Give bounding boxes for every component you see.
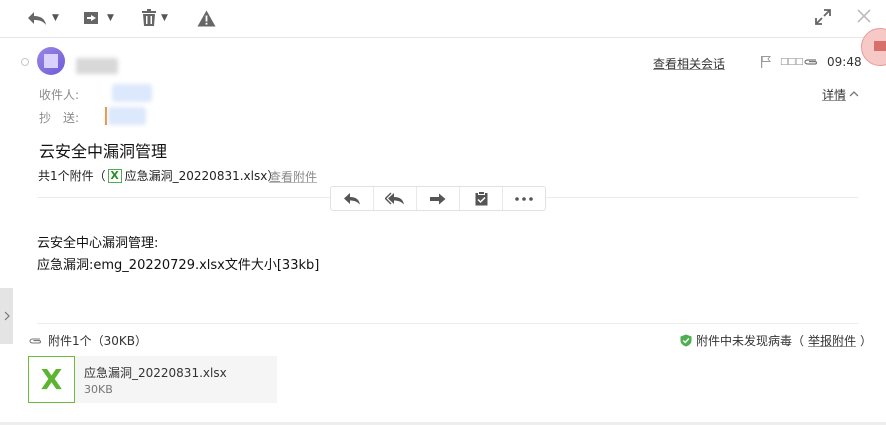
related-conversation-link[interactable]: 查看相关会话 bbox=[653, 55, 725, 72]
more-button[interactable] bbox=[503, 187, 545, 210]
attachment-count-label: 附件1个（30KB） bbox=[48, 334, 148, 348]
expand-icon bbox=[815, 9, 831, 25]
view-attachment-link[interactable]: 查看附件 bbox=[269, 168, 317, 185]
mail-action-bar bbox=[330, 186, 546, 211]
close-button[interactable] bbox=[856, 8, 876, 28]
recipient-redacted[interactable] bbox=[112, 84, 152, 102]
trash-icon bbox=[142, 9, 156, 26]
shield-check-icon bbox=[680, 334, 692, 347]
unread-dot[interactable] bbox=[21, 58, 29, 66]
delete-dropdown-button[interactable]: ▼ bbox=[141, 6, 168, 30]
mail-reader: ▼ ▼ ▼ 查看相关会话 □□□ 09:48 收件人: 抄 送: 详情 云安全中… bbox=[0, 0, 886, 425]
attachment-clip-icon bbox=[804, 59, 818, 65]
reply-button[interactable] bbox=[331, 187, 374, 210]
mail-subject: 云安全中漏洞管理 bbox=[39, 142, 168, 161]
divider bbox=[37, 323, 858, 324]
cc-marker bbox=[105, 107, 107, 125]
avatar[interactable] bbox=[37, 47, 65, 75]
report-spam-button[interactable] bbox=[197, 6, 216, 30]
attachment-file-name[interactable]: 应急漏洞_20220831.xlsx bbox=[84, 364, 227, 381]
excel-file-icon: X bbox=[28, 356, 75, 403]
chevron-up-icon[interactable] bbox=[849, 90, 859, 98]
reply-all-button[interactable] bbox=[374, 187, 417, 210]
report-attachment-link[interactable]: 举报附件 bbox=[808, 332, 856, 349]
move-dropdown-button[interactable]: ▼ bbox=[83, 6, 114, 30]
reply-dropdown-button[interactable]: ▼ bbox=[26, 6, 59, 30]
mail-body-line-1: 云安全中心漏洞管理: bbox=[37, 236, 159, 251]
reply-all-icon bbox=[385, 192, 404, 205]
attachment-file-size: 30KB bbox=[84, 383, 113, 396]
forward-icon bbox=[430, 193, 446, 204]
tag-squares-icon[interactable]: □□□ bbox=[780, 57, 803, 67]
expand-button[interactable] bbox=[814, 8, 834, 28]
excel-file-icon: X bbox=[107, 168, 122, 183]
received-time: 09:48 bbox=[827, 55, 862, 69]
warning-icon bbox=[197, 10, 216, 26]
attachment-summary-prefix: 共1个附件（ bbox=[38, 169, 106, 183]
recipients-label: 收件人: bbox=[39, 88, 80, 102]
virus-scan-close-paren: ） bbox=[860, 334, 873, 348]
chevron-down-icon: ▼ bbox=[161, 13, 168, 23]
move-to-folder-icon bbox=[84, 12, 98, 24]
clipboard-button[interactable] bbox=[460, 187, 503, 210]
close-icon bbox=[857, 9, 871, 23]
mail-body-line-2: 应急漏洞:emg_20220729.xlsx文件大小[33kb] bbox=[37, 258, 320, 273]
attachment-summary: 共1个附件（ X 应急漏洞_20220831.xlsx ） bbox=[38, 167, 279, 184]
floating-action-button[interactable] bbox=[861, 28, 886, 66]
reply-icon bbox=[344, 193, 360, 205]
cc-recipient-redacted[interactable] bbox=[108, 107, 146, 125]
side-panel-toggle[interactable] bbox=[0, 288, 13, 344]
reply-all-icon bbox=[28, 12, 46, 25]
details-link[interactable]: 详情 bbox=[822, 86, 846, 103]
chevron-right-icon bbox=[4, 311, 10, 321]
forward-button[interactable] bbox=[417, 187, 460, 210]
virus-scan-text: 附件中未发现病毒（ bbox=[696, 334, 805, 348]
virus-scan-status: 附件中未发现病毒（ 举报附件 ） bbox=[680, 332, 872, 349]
cc-label: 抄 送: bbox=[39, 111, 80, 125]
attachment-file-card[interactable]: X 应急漏洞_20220831.xlsx 30KB bbox=[28, 356, 277, 403]
sender-name-redacted[interactable] bbox=[76, 58, 118, 74]
chevron-down-icon: ▼ bbox=[107, 13, 114, 23]
attachment-clip-icon bbox=[29, 337, 42, 344]
attachment-summary-filename[interactable]: 应急漏洞_20220831.xlsx bbox=[125, 167, 268, 184]
flag-icon[interactable] bbox=[761, 56, 771, 68]
more-icon bbox=[515, 196, 533, 201]
toolbar: ▼ ▼ ▼ bbox=[0, 0, 886, 38]
clipboard-icon bbox=[475, 191, 487, 206]
attachment-count-row: 附件1个（30KB） bbox=[28, 332, 147, 349]
chevron-down-icon: ▼ bbox=[52, 13, 59, 23]
